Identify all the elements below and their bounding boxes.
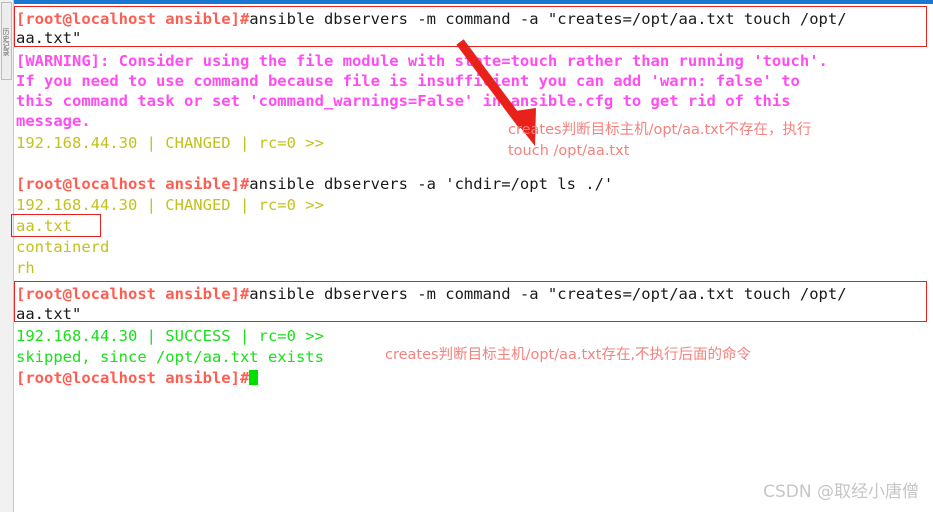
annotation-note-top: creates判断目标主机/opt/aa.txt不存在，执行 touch /opt…: [508, 120, 811, 162]
command-text: ansible dbservers -m command -a "creates…: [249, 10, 847, 28]
terminal-line-warning-1: [WARNING]: Consider using the file modul…: [16, 52, 828, 70]
side-rail-tab[interactable]: 历史记录: [1, 2, 12, 80]
screenshot-root: 历史记录 [root@localhost ansible]#ansible db…: [0, 0, 933, 512]
annotation-note-top-line1: creates判断目标主机/opt/aa.txt不存在，执行: [508, 122, 812, 138]
window-side-rail: 历史记录: [0, 0, 14, 512]
terminal-line-warning-3: this command task or set 'command_warnin…: [16, 92, 791, 110]
terminal-line-result-3: 192.168.44.30 | SUCCESS | rc=0 >>: [16, 327, 324, 345]
terminal-line-warning-2: If you need to use command because file …: [16, 72, 800, 90]
annotation-note-top-line2: touch /opt/aa.txt: [508, 143, 630, 159]
terminal-line-ls-2: containerd: [16, 238, 110, 256]
watermark: CSDN @取经小唐僧: [763, 482, 919, 502]
shell-prompt: [root@localhost ansible]#: [16, 285, 250, 303]
terminal-line-cmd3-wrap: aa.txt": [16, 305, 82, 323]
terminal-line-cmd1: [root@localhost ansible]#ansible dbserve…: [16, 10, 847, 29]
terminal-line-ls-3: rh: [16, 259, 35, 277]
shell-prompt: [root@localhost ansible]#: [16, 10, 250, 28]
command-text: ansible dbservers -m command -a "creates…: [249, 285, 847, 303]
shell-prompt: [root@localhost ansible]#: [16, 175, 250, 193]
command-text: ansible dbservers -a 'chdir=/opt ls ./': [249, 175, 614, 193]
annotation-note-bottom: creates判断目标主机/opt/aa.txt存在,不执行后面的命令: [385, 347, 752, 363]
terminal-line-warning-4: message.: [16, 112, 91, 130]
terminal-line-result-2: 192.168.44.30 | CHANGED | rc=0 >>: [16, 196, 324, 214]
terminal-output[interactable]: [root@localhost ansible]#ansible dbserve…: [14, 4, 933, 512]
terminal-cursor: [249, 370, 259, 385]
terminal-line-result-1: 192.168.44.30 | CHANGED | rc=0 >>: [16, 134, 324, 152]
terminal-line-skipped: skipped, since /opt/aa.txt exists: [16, 348, 324, 366]
terminal-line-cmd4: [root@localhost ansible]#: [16, 369, 259, 388]
terminal-line-cmd3: [root@localhost ansible]#ansible dbserve…: [16, 285, 847, 304]
terminal-line-ls-1: aa.txt: [16, 217, 72, 235]
shell-prompt: [root@localhost ansible]#: [16, 369, 250, 387]
terminal-line-cmd2: [root@localhost ansible]#ansible dbserve…: [16, 175, 613, 194]
terminal-line-cmd1-wrap: aa.txt": [16, 29, 82, 47]
